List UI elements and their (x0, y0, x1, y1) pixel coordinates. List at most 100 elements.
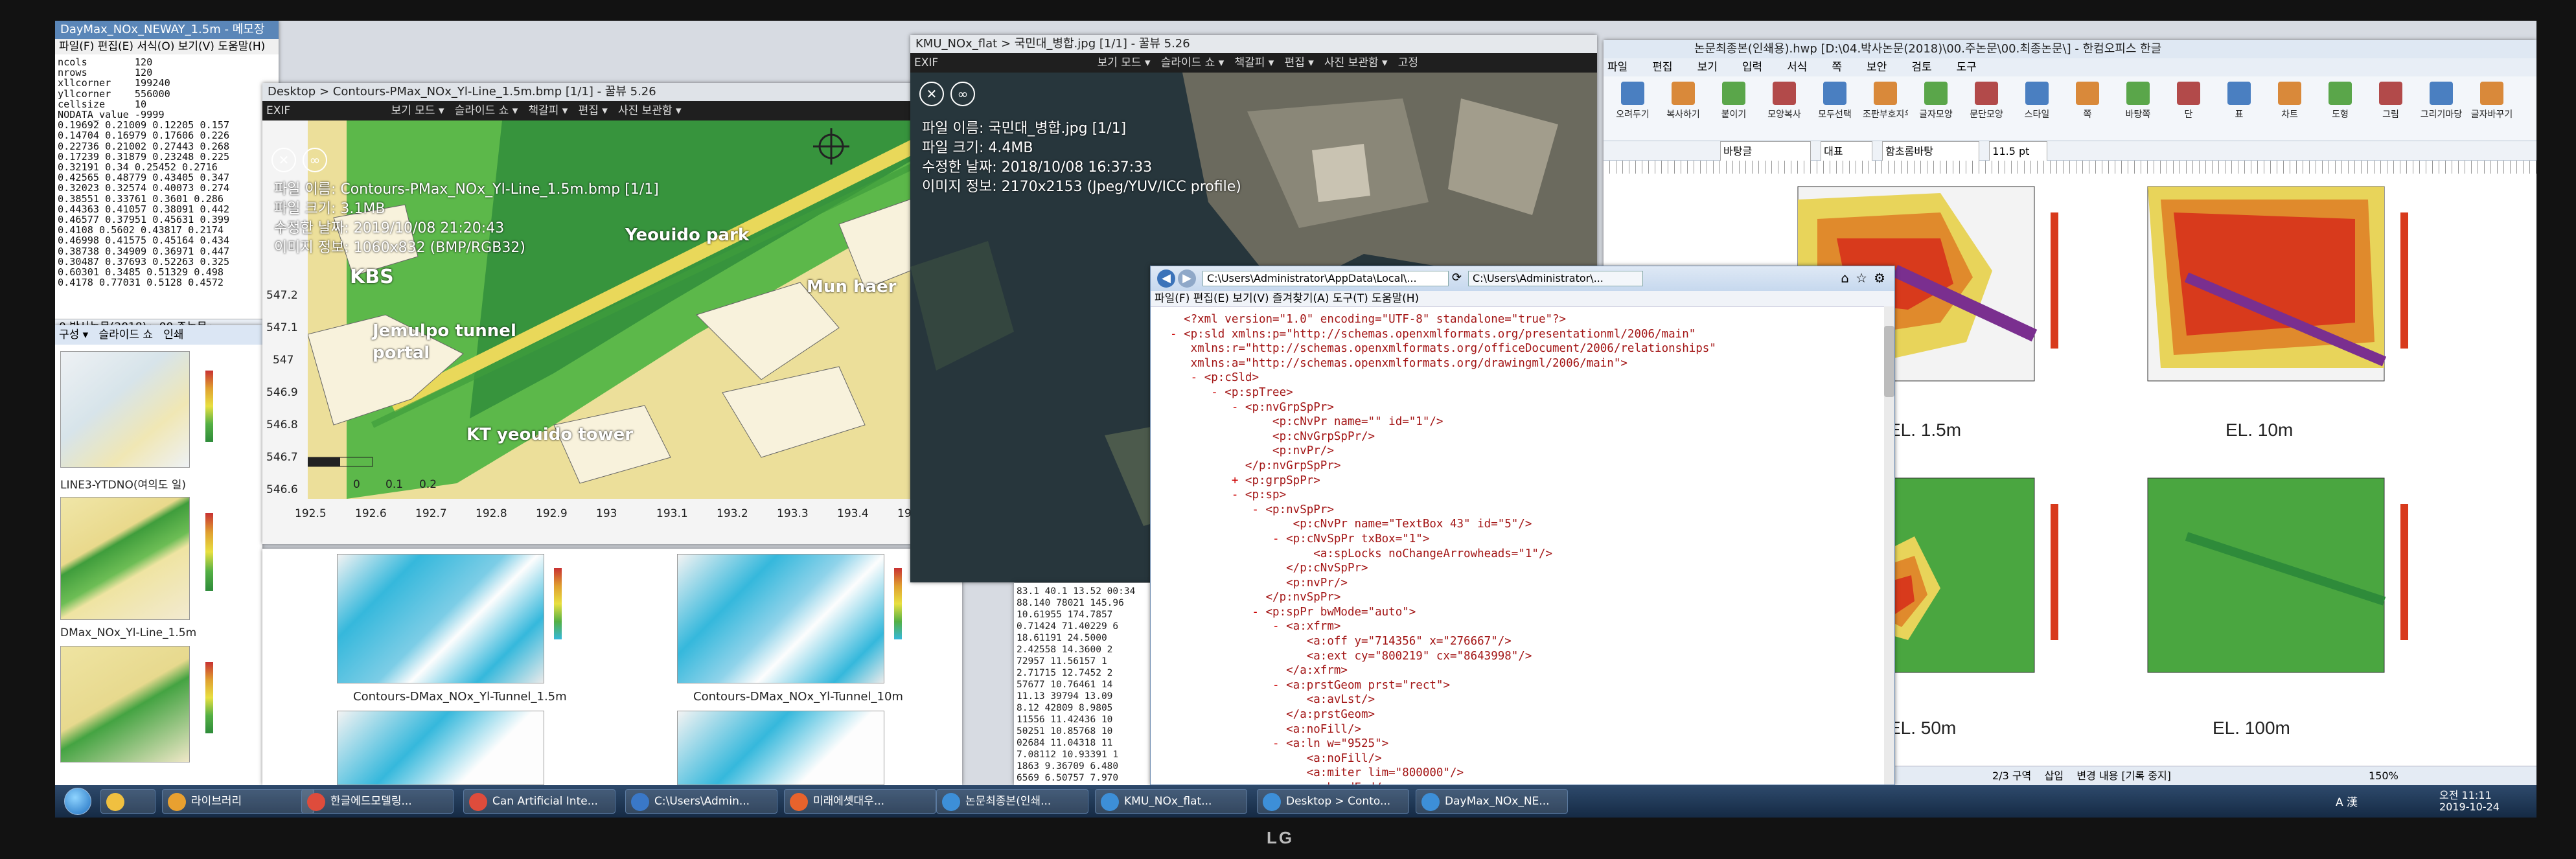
format-lang[interactable]: 대표 (1821, 141, 1873, 162)
status-zoom[interactable]: 150% (2369, 770, 2398, 782)
ribbon-button-4[interactable]: 모두선택 (1812, 82, 1857, 136)
contours-viewer-window[interactable]: Desktop > Contours-PMax_NOx_Yl-Line_1.5m… (262, 83, 962, 544)
xml-expander[interactable] (1170, 562, 1286, 575)
contours-viewer-title[interactable]: Desktop > Contours-PMax_NOx_Yl-Line_1.5m… (262, 83, 962, 101)
forward-arrow-icon[interactable]: ▶ (1178, 269, 1196, 288)
ribbon-button-13[interactable]: 차트 (2267, 82, 2312, 136)
satellite-menu-edit[interactable]: 편집 ▾ (1285, 56, 1314, 69)
ribbon-button-1[interactable]: 복사하기 (1661, 82, 1706, 136)
xml-second-tab[interactable]: C:\Users\Administrator\... (1468, 271, 1643, 286)
satellite-menu-pin[interactable]: 고정 (1398, 56, 1418, 69)
xml-expander[interactable]: - (1170, 488, 1245, 501)
tray-ime[interactable]: A 漢 (2336, 793, 2358, 809)
favorites-star-icon[interactable]: ☆ (1856, 270, 1867, 286)
xml-expander[interactable] (1170, 752, 1307, 765)
ribbon-button-12[interactable]: 표 (2216, 82, 2262, 136)
notepad-text[interactable]: ncols 120 nrows 120 xllcorner 199240 yllcor… (55, 54, 279, 319)
satellite-viewer-title[interactable]: KMU_NOx_flat > 국민대_병합.jpg [1/1] - 꿀뷰 5.2… (910, 35, 1597, 53)
cyan-thumb-1[interactable] (337, 554, 544, 683)
ribbon-button-3[interactable]: 모양복사 (1762, 82, 1807, 136)
taskbar-button-7[interactable]: KMU_NOx_flat... (1095, 789, 1247, 814)
thumbnail-4[interactable] (60, 646, 190, 762)
contours-menu-slide[interactable]: 슬라이드 쇼 ▾ (455, 104, 518, 117)
satellite-menu-bookmark[interactable]: 책갈피 ▾ (1234, 56, 1274, 69)
xml-expander[interactable] (1170, 518, 1293, 531)
refresh-icon[interactable]: ⟳ (1452, 271, 1462, 284)
xml-expander[interactable] (1170, 664, 1286, 677)
xml-expander[interactable] (1170, 723, 1286, 736)
xml-expander[interactable] (1170, 708, 1286, 721)
thumbnail-1[interactable] (60, 351, 190, 468)
ribbon-button-15[interactable]: 그림 (2368, 82, 2413, 136)
xml-menu-bar[interactable]: 파일(F) 편집(E) 보기(V) 즐겨찾기(A) 도구(T) 도움말(H) (1151, 291, 1894, 307)
xml-expander[interactable]: - (1170, 386, 1225, 399)
satellite-exif-label[interactable]: EXIF (914, 56, 938, 69)
explorer-tool-slideshow[interactable]: 슬라이드 쇼 (98, 328, 153, 341)
explorer-tool-organize[interactable]: 구성 ▾ (59, 328, 88, 341)
ribbon-button-17[interactable]: 글자바꾸기 (2469, 82, 2514, 136)
xml-expander[interactable]: - (1170, 679, 1286, 692)
xml-document[interactable]: <?xml version="1.0" encoding="UTF-8" sta… (1151, 307, 1894, 785)
explorer-toolbar[interactable]: 구성 ▾ 슬라이드 쇼 인쇄 (55, 325, 262, 345)
ribbon-button-8[interactable]: 스타일 (2014, 82, 2060, 136)
ribbon-button-5[interactable]: 조판부호지우기 (1863, 82, 1908, 136)
xml-expander[interactable]: - (1170, 328, 1184, 341)
back-arrow-icon[interactable]: ◀ (1157, 269, 1175, 288)
satellite-menu-album[interactable]: 사진 보관함 ▾ (1324, 56, 1388, 69)
numeric-strip-window[interactable]: 83.1 40.1 13.52 00:34 88.140 78021 145.96… (1014, 583, 1169, 785)
cyan-thumb-4[interactable] (677, 711, 884, 785)
satellite-close-icon[interactable]: ✕ (919, 82, 944, 106)
ribbon-button-14[interactable]: 도형 (2317, 82, 2363, 136)
hwp-menu-0[interactable]: 파일 (1607, 61, 1627, 74)
xml-address-tab[interactable]: C:\Users\Administrator\AppData\Local\... (1202, 271, 1449, 286)
xml-expander[interactable] (1170, 342, 1191, 355)
xml-expander[interactable] (1170, 415, 1272, 428)
xml-expander[interactable]: + (1170, 474, 1245, 487)
notepad-title[interactable]: DayMax_NOx_NEWAY_1.5m - 메모장 (55, 21, 279, 39)
satellite-menu-slide[interactable]: 슬라이드 쇼 ▾ (1161, 56, 1225, 69)
xml-expander[interactable]: - (1170, 737, 1286, 750)
home-icon[interactable]: ⌂ (1841, 270, 1849, 286)
contours-menu-view[interactable]: 보기 모드 ▾ (391, 104, 444, 117)
xml-expander[interactable] (1170, 693, 1307, 706)
windows-orb-icon[interactable] (64, 788, 91, 815)
xml-expander[interactable]: - (1170, 401, 1245, 414)
ribbon-button-2[interactable]: 붙이기 (1711, 82, 1756, 136)
xml-expander[interactable]: - (1170, 371, 1204, 384)
taskbar-button-1[interactable]: 라이브러리 (162, 789, 314, 814)
hwp-menu-1[interactable]: 편집 (1652, 61, 1672, 74)
contours-viewer-menu[interactable]: EXIF 보기 모드 ▾ 슬라이드 쇼 ▾ 책갈피 ▾ 편집 ▾ 사진 보관함 … (262, 101, 962, 120)
cyan-thumb-2[interactable] (677, 554, 884, 683)
ribbon-button-10[interactable]: 바탕쪽 (2115, 82, 2161, 136)
hwp-menu-3[interactable]: 입력 (1742, 61, 1762, 74)
taskbar-button-5[interactable]: 미래에셋대우... (784, 789, 936, 814)
ribbon-button-16[interactable]: 그리기마당 (2419, 82, 2464, 136)
xml-expander[interactable]: - (1170, 533, 1286, 545)
taskbar-button-0[interactable] (100, 789, 155, 814)
contour-thumbs-panel[interactable]: Contours-DMax_NOx_Yl-Tunnel_1.5m Contour… (262, 549, 962, 785)
left-explorer-window[interactable]: 구성 ▾ 슬라이드 쇼 인쇄 LINE3-YTDNO(여의도 일) DMax_N… (55, 325, 262, 792)
taskbar-button-4[interactable]: C:\Users\Admin... (625, 789, 777, 814)
xml-browser-chrome[interactable]: ◀ ▶ C:\Users\Administrator\AppData\Local… (1151, 266, 1894, 291)
hwp-menu-4[interactable]: 서식 (1787, 61, 1807, 74)
ribbon-button-6[interactable]: 글자모양 (1913, 82, 1959, 136)
tools-gear-icon[interactable]: ⚙ (1874, 270, 1885, 286)
contours-menu-edit[interactable]: 편집 ▾ (579, 104, 608, 117)
hwp-format-bar[interactable]: 바탕글 대표 함초롬바탕 11.5 pt (1604, 141, 2536, 162)
xml-expander[interactable] (1170, 313, 1184, 326)
hwp-menu-5[interactable]: 쪽 (1832, 61, 1842, 74)
format-style[interactable]: 바탕글 (1720, 141, 1811, 162)
notepad-menu[interactable]: 파일(F) 편집(E) 서식(O) 보기(V) 도움말(H) (55, 39, 279, 54)
ribbon-button-0[interactable]: 오려두기 (1610, 82, 1655, 136)
xml-expander[interactable] (1170, 430, 1272, 443)
hwp-menu-8[interactable]: 도구 (1957, 61, 1977, 74)
hwp-menu-2[interactable]: 보기 (1697, 61, 1718, 74)
format-size[interactable]: 11.5 pt (1989, 141, 2048, 162)
xml-expander[interactable] (1170, 650, 1307, 663)
contours-exif-label[interactable]: EXIF (266, 104, 290, 117)
ascii-notepad-window[interactable]: DayMax_NOx_NEWAY_1.5m - 메모장 파일(F) 편집(E) … (55, 21, 279, 358)
thumbnail-3[interactable] (60, 497, 190, 620)
hwp-menu-7[interactable]: 검토 (1911, 61, 1931, 74)
cyan-thumb-3[interactable] (337, 711, 544, 785)
xml-expander[interactable]: - (1170, 620, 1286, 633)
